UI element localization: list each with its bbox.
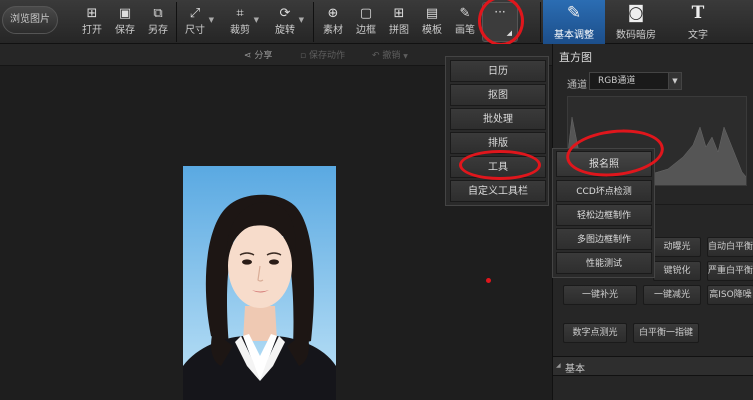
collage-icon: ⊞ [393, 6, 405, 21]
main-toolbar: 浏览图片 ⊞ 打开 ▣ 保存 ⧉ 另存 ⤢ 尺寸 ▼ ⌗ 裁剪 ▼ ⟳ 旋转 ▼ [0, 0, 753, 44]
tab-digital-darkroom[interactable]: ◙ 数码暗房 [605, 0, 667, 44]
more-tools-button[interactable]: ··· ◢ [482, 2, 518, 42]
digital-spot-metering-button[interactable]: 数字点测光 [563, 323, 627, 343]
open-icon: ⊞ [86, 6, 98, 21]
submenu-item-id-photo[interactable]: 报名照 [556, 151, 652, 177]
brush-button[interactable]: ✎ 画笔 [453, 4, 477, 40]
one-key-reduce-light-button[interactable]: 一键减光 [643, 285, 701, 305]
submenu-item-easy-border[interactable]: 轻松边框制作 [556, 204, 652, 226]
save-action-icon: ▫ [300, 51, 309, 61]
resize-button[interactable]: ⤢ 尺寸 ▼ [183, 4, 214, 40]
histogram-title: 直方图 [559, 51, 592, 64]
menu-item-cutout[interactable]: 抠图 [450, 84, 546, 106]
auto-exposure-button[interactable]: 动曝光 [653, 237, 701, 257]
save-as-button[interactable]: ⧉ 另存 [146, 4, 170, 40]
border-button[interactable]: ▢ 边框 [354, 4, 378, 40]
rotate-button[interactable]: ⟳ 旋转 ▼ [273, 4, 304, 40]
resize-icon: ⤢ [189, 6, 201, 21]
undo-button[interactable]: ↶ 撤销 ▼ [372, 48, 408, 61]
chevron-down-icon[interactable]: ▼ [403, 53, 408, 60]
edit-icon: ✎ [566, 3, 582, 23]
chevron-down-icon[interactable]: ▼ [209, 16, 214, 24]
collapse-arrow-icon: ◢ [556, 362, 561, 369]
collage-button[interactable]: ⊞ 拼图 [387, 4, 411, 40]
save-icon: ▣ [118, 6, 132, 21]
crop-button[interactable]: ⌗ 裁剪 ▼ [228, 4, 259, 40]
toolbar-divider [313, 2, 314, 42]
portrait-illustration [183, 166, 336, 400]
crop-icon: ⌗ [236, 6, 244, 21]
submenu-item-performance-test[interactable]: 性能测试 [556, 252, 652, 274]
material-button[interactable]: ⊕ 素材 [321, 4, 345, 40]
save-action-button[interactable]: ▫ 保存动作 [300, 48, 345, 61]
severe-white-balance-button[interactable]: 严重白平衡 [707, 261, 753, 281]
dropdown-corner-icon: ◢ [506, 29, 512, 37]
app-window: 浏览图片 ⊞ 打开 ▣ 保存 ⧉ 另存 ⤢ 尺寸 ▼ ⌗ 裁剪 ▼ ⟳ 旋转 ▼ [0, 0, 753, 400]
border-icon: ▢ [359, 6, 373, 21]
rotate-icon: ⟳ [279, 6, 291, 21]
chevron-down-icon[interactable]: ▼ [299, 16, 304, 24]
one-key-fill-light-button[interactable]: 一键补光 [563, 285, 637, 305]
text-icon: T [691, 3, 705, 23]
one-key-sharpen-button[interactable]: 键锐化 [653, 261, 701, 281]
menu-item-layout[interactable]: 排版 [450, 132, 546, 154]
browse-images-button[interactable]: 浏览图片 [2, 6, 58, 34]
white-balance-one-finger-button[interactable]: 白平衡一指键 [633, 323, 699, 343]
brush-icon: ✎ [459, 6, 471, 21]
section-basic-header[interactable]: ◢ 基本 [553, 356, 753, 376]
more-tools-menu: 日历 抠图 批处理 排版 工具 自定义工具栏 [445, 56, 549, 206]
menu-item-tools[interactable]: 工具 [450, 156, 546, 178]
share-button[interactable]: ⋖ 分享 [244, 48, 272, 61]
template-icon: ▤ [425, 6, 439, 21]
menu-item-batch[interactable]: 批处理 [450, 108, 546, 130]
tools-submenu: 报名照 CCD坏点检测 轻松边框制作 多图边框制作 性能测试 [552, 148, 655, 278]
camera-icon: ◙ [627, 3, 645, 23]
menu-item-customize-toolbar[interactable]: 自定义工具栏 [450, 180, 546, 202]
template-button[interactable]: ▤ 模板 [420, 4, 444, 40]
open-button[interactable]: ⊞ 打开 [80, 4, 104, 40]
annotation-dot [486, 278, 491, 283]
submenu-item-multi-border[interactable]: 多图边框制作 [556, 228, 652, 250]
more-icon: ··· [494, 5, 506, 19]
undo-icon: ↶ [372, 51, 383, 61]
menu-item-calendar[interactable]: 日历 [450, 60, 546, 82]
share-icon: ⋖ [244, 51, 255, 61]
material-icon: ⊕ [327, 6, 339, 21]
submenu-item-ccd-check[interactable]: CCD坏点检测 [556, 180, 652, 202]
portrait-photo [183, 166, 336, 400]
high-iso-denoise-button[interactable]: 高ISO降噪 [707, 285, 753, 305]
chevron-down-icon[interactable]: ▼ [254, 16, 259, 24]
tab-text[interactable]: T 文字 [667, 0, 729, 44]
toolbar-divider [540, 2, 541, 42]
save-button[interactable]: ▣ 保存 [113, 4, 137, 40]
channel-label: 通道 [567, 80, 587, 91]
toolbar-divider [176, 2, 177, 42]
chevron-down-icon[interactable]: ▼ [668, 72, 682, 90]
channel-select[interactable]: RGB通道 ▼ [589, 72, 682, 90]
save-as-icon: ⧉ [153, 6, 163, 21]
auto-white-balance-button[interactable]: 自动白平衡 [707, 237, 753, 257]
tab-basic-adjust[interactable]: ✎ 基本调整 [543, 0, 605, 44]
